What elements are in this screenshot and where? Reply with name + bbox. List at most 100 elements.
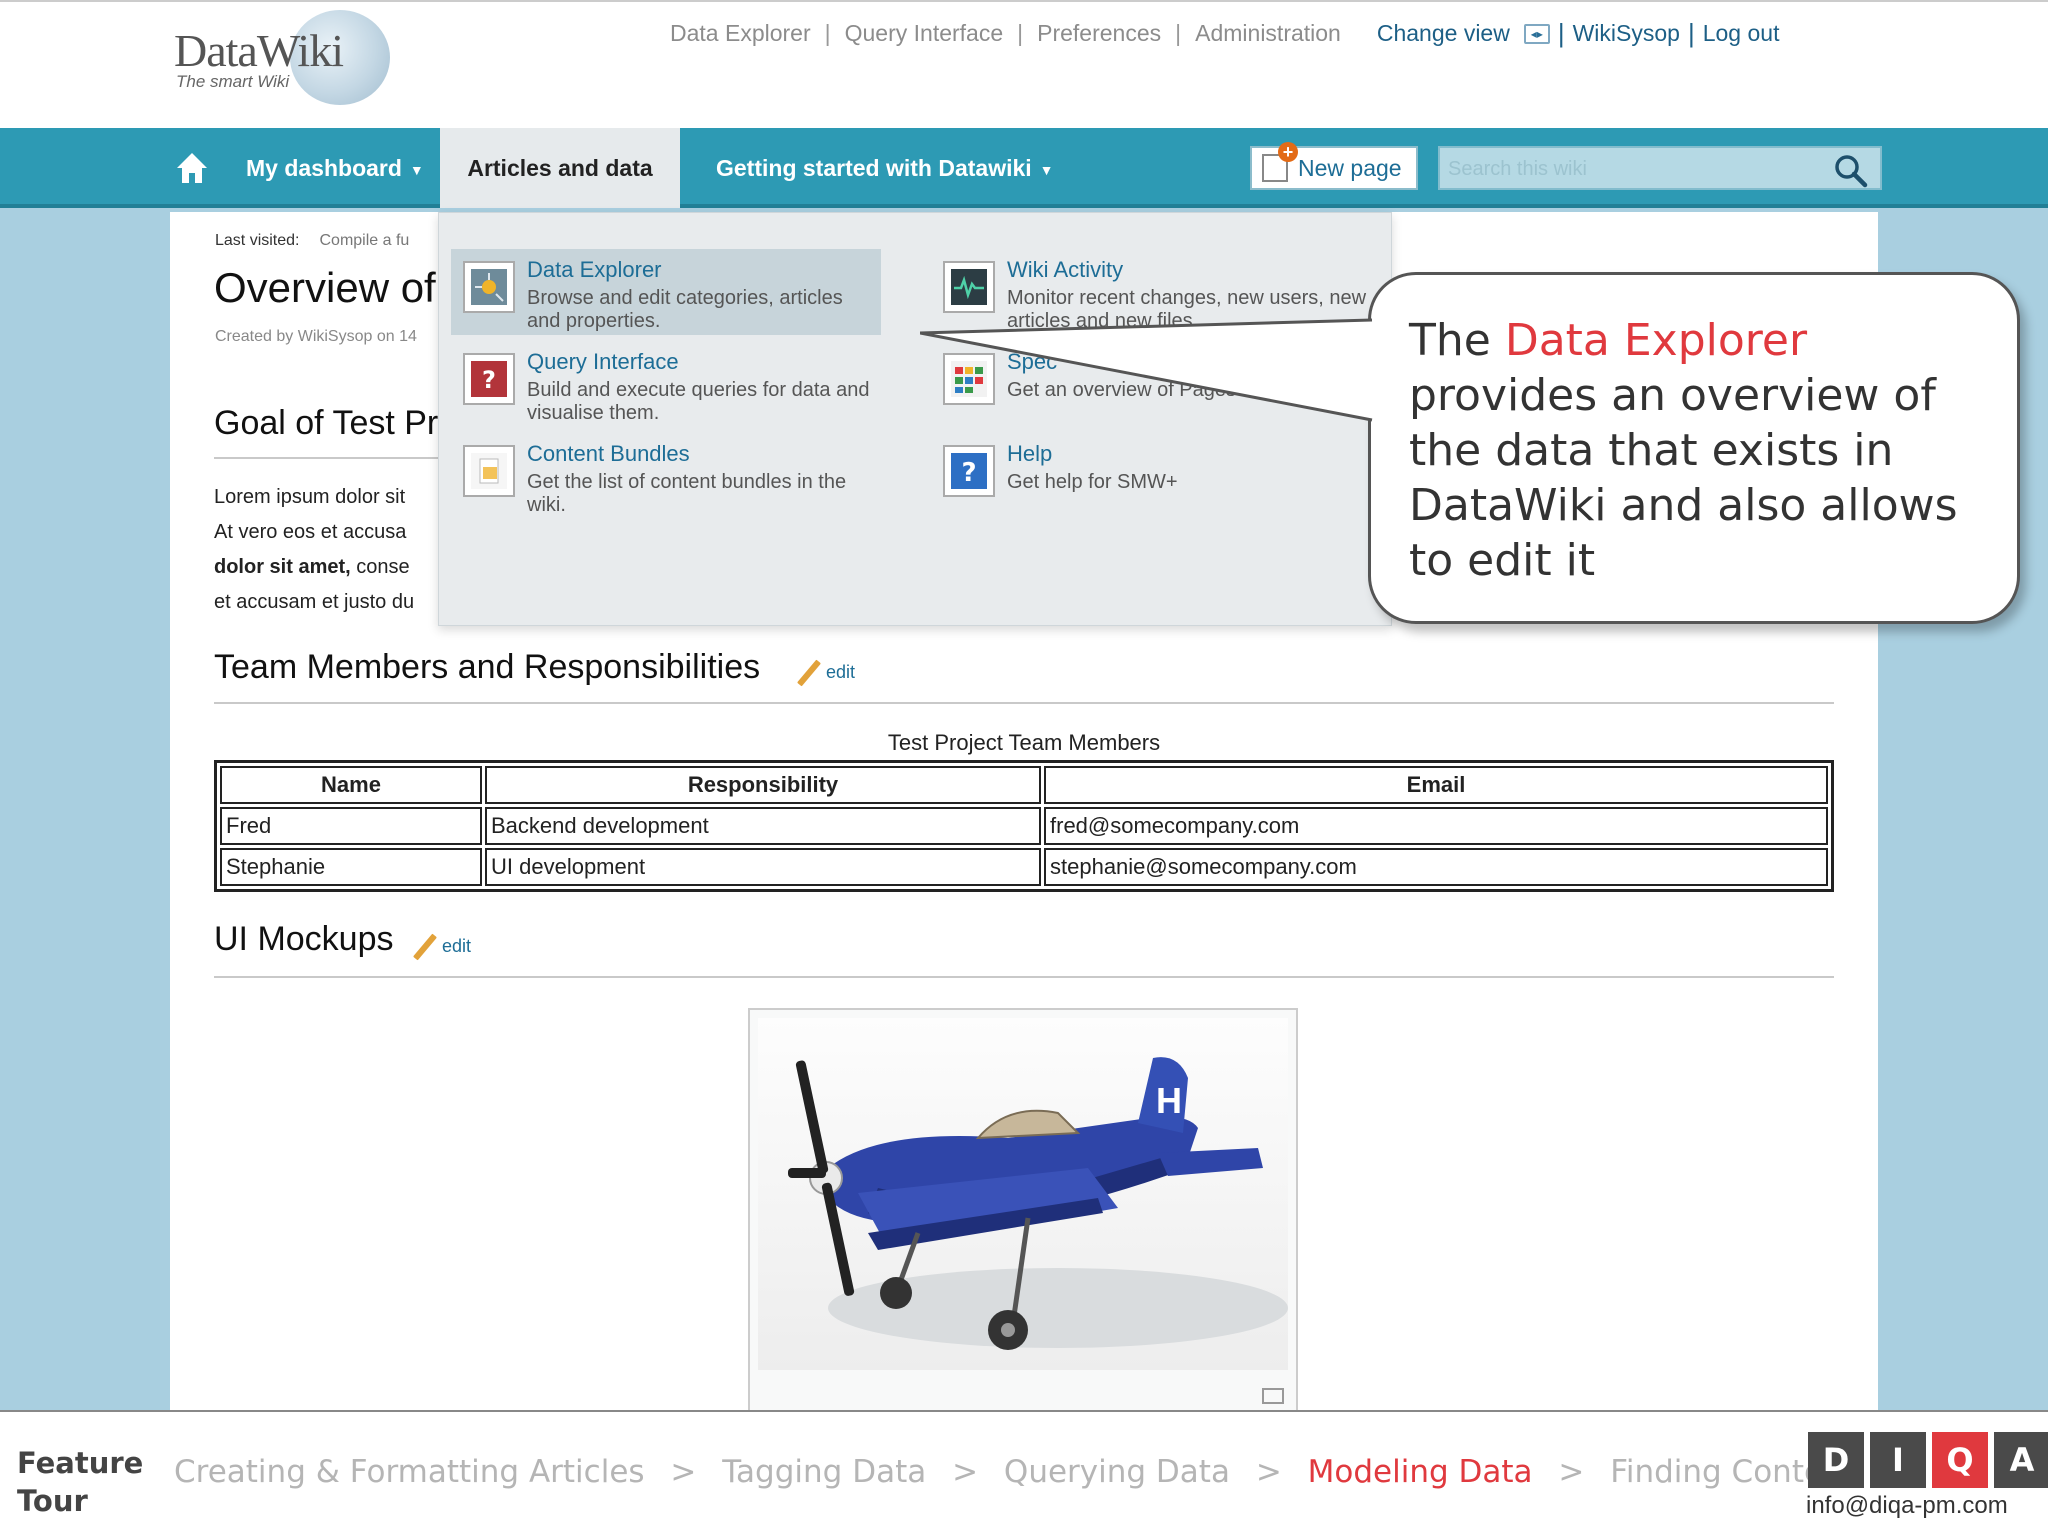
goal-heading: Goal of Test Pr: [214, 404, 439, 442]
last-visited-link[interactable]: Compile a fu: [319, 232, 409, 249]
tour-step[interactable]: Tagging Data: [722, 1454, 926, 1490]
menu-item-description: Get help for SMW+: [1007, 471, 1178, 493]
menu-item-query-interface[interactable]: ? Query Interface Build and execute quer…: [451, 341, 881, 427]
contact-email: info@diqa-pm.com: [1806, 1492, 2008, 1519]
search-icon[interactable]: [1834, 154, 1868, 188]
breadcrumb-separator: >: [1255, 1454, 1282, 1490]
top-link-preferences[interactable]: Preferences: [1037, 20, 1161, 47]
pencil-icon: [413, 933, 437, 961]
mockups-edit-link[interactable]: edit: [413, 932, 472, 962]
svg-text:H: H: [1156, 1080, 1182, 1121]
nav-my-dashboard-label: My dashboard: [246, 155, 402, 181]
breadcrumb-separator: >: [670, 1454, 697, 1490]
menu-item-title: Wiki Activity: [1007, 257, 1124, 282]
mockups-heading: UI Mockups: [214, 920, 394, 958]
mockup-thumbnail[interactable]: H: [748, 1008, 1298, 1418]
menu-item-description: Browse and edit categories, articles and…: [527, 287, 843, 332]
menu-item-description: Build and execute queries for data and v…: [527, 379, 870, 424]
search-box: [1438, 146, 1882, 190]
user-link[interactable]: WikiSysop: [1573, 20, 1680, 47]
divider: [214, 702, 1834, 704]
feature-tour-label: Feature Tour: [17, 1444, 143, 1520]
breadcrumb-separator: >: [952, 1454, 979, 1490]
edit-label: edit: [826, 661, 856, 682]
divider: [214, 976, 1834, 978]
lorem-text: conse: [350, 556, 410, 578]
team-edit-link[interactable]: edit: [797, 658, 856, 688]
lorem-line: dolor sit amet, conse: [214, 550, 414, 585]
table-caption: Test Project Team Members: [887, 730, 1161, 755]
menu-item-data-explorer[interactable]: Data Explorer Browse and edit categories…: [451, 249, 881, 335]
pencil-icon: [797, 659, 821, 687]
main-nav: My dashboard ▼ Articles and data Getting …: [0, 128, 2048, 208]
table-cell: fred@somecompany.com: [1044, 807, 1828, 845]
enlarge-icon[interactable]: [1262, 1388, 1284, 1404]
top-header: DataWiki The smart Wiki Data Explorer | …: [0, 0, 2048, 128]
tour-callout: The Data Explorer provides an overview o…: [1368, 272, 2020, 624]
top-link-query-interface[interactable]: Query Interface: [845, 20, 1004, 47]
tour-breadcrumb: Creating & Formatting Articles > Tagging…: [174, 1454, 1855, 1490]
table-header-row: Name Responsibility Email: [220, 766, 1828, 804]
svg-text:?: ?: [482, 366, 496, 394]
tour-step-current[interactable]: Modeling Data: [1308, 1454, 1533, 1490]
menu-item-content-bundles[interactable]: Content Bundles Get the list of content …: [451, 433, 881, 519]
logo-letter: D: [1808, 1432, 1864, 1488]
change-view-link[interactable]: Change view: [1377, 20, 1510, 47]
lorem-bold: dolor sit amet,: [214, 556, 351, 578]
edit-label: edit: [442, 935, 472, 956]
airplane-illustration: H: [788, 1057, 1288, 1350]
new-page-button[interactable]: New page: [1250, 142, 1418, 190]
top-links: Data Explorer | Query Interface | Prefer…: [670, 18, 1779, 49]
tour-step[interactable]: Querying Data: [1004, 1454, 1230, 1490]
table-cell: Fred: [220, 807, 482, 845]
chevron-down-icon: ▼: [1039, 161, 1054, 178]
team-table: Name Responsibility Email Fred Backend d…: [214, 760, 1834, 892]
callout-post: provides an overview of the data that ex…: [1409, 370, 1958, 586]
data-explorer-icon: [463, 261, 515, 313]
nav-my-dashboard[interactable]: My dashboard ▼: [246, 128, 424, 208]
separator: |: [824, 20, 831, 46]
callout-pointer: [920, 318, 1373, 422]
table-row: Stephanie UI development stephanie@somec…: [220, 848, 1828, 886]
change-view-icon[interactable]: ◂▸: [1523, 23, 1550, 44]
airplane-image[interactable]: H: [758, 1018, 1288, 1370]
column-header: Name: [220, 766, 482, 804]
home-icon[interactable]: [174, 150, 210, 186]
nav-getting-started[interactable]: Getting started with Datawiki ▼: [716, 128, 1054, 208]
logo-letter: A: [1994, 1432, 2048, 1488]
lorem-line: At vero eos et accusa: [214, 521, 407, 543]
breadcrumb-separator: >: [1558, 1454, 1585, 1490]
separator: |: [1687, 18, 1695, 48]
tour-step[interactable]: Creating & Formatting Articles: [174, 1454, 645, 1490]
search-input[interactable]: [1448, 154, 1828, 184]
top-link-data-explorer[interactable]: Data Explorer: [670, 20, 811, 47]
menu-item-title: Query Interface: [527, 349, 679, 374]
logout-link[interactable]: Log out: [1703, 20, 1780, 47]
last-visited-label: Last visited:: [215, 232, 300, 249]
separator: |: [1017, 20, 1024, 46]
column-header: Responsibility: [485, 766, 1041, 804]
lorem-line: Lorem ipsum dolor sit: [214, 486, 406, 508]
column-header: Email: [1044, 766, 1828, 804]
svg-text:?: ?: [961, 458, 976, 488]
nav-getting-started-label: Getting started with Datawiki: [716, 155, 1032, 181]
logo-tagline: The smart Wiki: [176, 72, 290, 91]
created-by: Created by WikiSysop on 14: [215, 328, 417, 345]
datawiki-logo[interactable]: DataWiki The smart Wiki: [170, 10, 400, 105]
separator: |: [1557, 18, 1565, 48]
logo-letter: I: [1870, 1432, 1926, 1488]
top-link-administration[interactable]: Administration: [1195, 20, 1341, 47]
menu-item-title: Data Explorer: [527, 257, 662, 282]
query-interface-icon: ?: [463, 353, 515, 405]
logo-letter: Q: [1932, 1432, 1988, 1488]
team-heading: Team Members and Responsibilities: [214, 648, 761, 686]
table-cell: Stephanie: [220, 848, 482, 886]
callout-highlight: Data Explorer: [1504, 315, 1808, 366]
table-cell: Backend development: [485, 807, 1041, 845]
feature-tour-label-line: Feature: [17, 1446, 144, 1480]
menu-item-description: Get the list of content bundles in the w…: [527, 471, 847, 516]
nav-articles-and-data[interactable]: Articles and data: [440, 128, 680, 208]
logo-name: DataWiki: [174, 25, 344, 76]
separator: |: [1175, 20, 1182, 46]
content-bundles-icon: [463, 445, 515, 497]
